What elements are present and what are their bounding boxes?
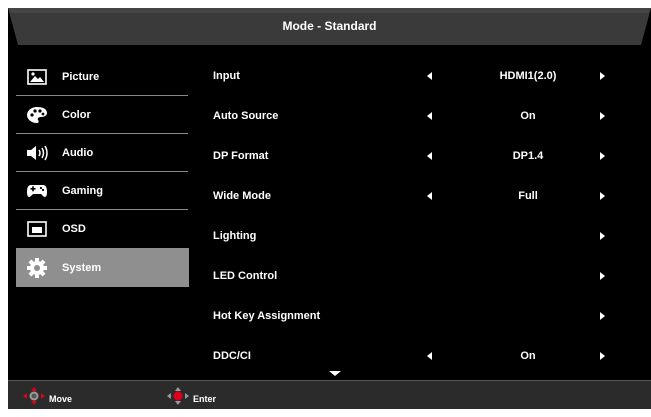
setting-row-hot-key-assignment[interactable]: Hot Key Assignment xyxy=(208,298,648,338)
gear-icon xyxy=(26,257,48,279)
setting-label: Auto Source xyxy=(213,110,279,122)
arrow-left-icon[interactable] xyxy=(427,152,432,160)
setting-row-led-control[interactable]: LED Control xyxy=(208,258,648,298)
sidebar: Picture Color Audio Gaming OSD System xyxy=(8,58,190,287)
setting-value: On xyxy=(520,110,536,122)
arrow-right-icon[interactable] xyxy=(600,352,605,360)
setting-value: On xyxy=(520,350,536,362)
arrow-right-icon[interactable] xyxy=(600,312,605,320)
arrow-left-icon[interactable] xyxy=(427,192,432,200)
setting-row-ddc-ci[interactable]: DDC/CI On xyxy=(208,338,648,378)
arrow-right-icon[interactable] xyxy=(600,72,605,80)
menu-header: Mode - Standard xyxy=(8,8,651,45)
settings-panel: Input HDMI1(2.0) Auto Source On DP Forma… xyxy=(208,58,648,378)
setting-label: Hot Key Assignment xyxy=(213,310,321,322)
setting-label: DP Format xyxy=(213,150,269,162)
setting-row-dp-format[interactable]: DP Format DP1.4 xyxy=(208,138,648,178)
sidebar-item-audio[interactable]: Audio xyxy=(16,134,190,172)
move-label: Move xyxy=(49,393,73,404)
setting-row-auto-source[interactable]: Auto Source On xyxy=(208,98,648,138)
setting-row-lighting[interactable]: Lighting xyxy=(208,218,648,258)
arrow-right-icon[interactable] xyxy=(600,152,605,160)
osd-icon xyxy=(26,218,48,240)
setting-label: LED Control xyxy=(213,270,278,282)
gamepad-icon xyxy=(26,180,48,202)
setting-label: Lighting xyxy=(213,230,257,242)
scroll-down-icon[interactable] xyxy=(329,371,341,376)
enter-label: Enter xyxy=(193,393,217,404)
setting-row-wide-mode[interactable]: Wide Mode Full xyxy=(208,178,648,218)
arrow-right-icon[interactable] xyxy=(600,192,605,200)
setting-label: Input xyxy=(213,70,240,82)
arrow-right-icon[interactable] xyxy=(600,112,605,120)
setting-label: DDC/CI xyxy=(213,350,251,362)
menu-title: Mode - Standard xyxy=(282,19,377,33)
picture-icon xyxy=(26,66,48,88)
setting-value: HDMI1(2.0) xyxy=(499,70,557,82)
sidebar-item-label: OSD xyxy=(62,223,86,235)
dpad-move-icon xyxy=(21,387,47,409)
sidebar-item-color[interactable]: Color xyxy=(16,96,190,134)
arrow-left-icon[interactable] xyxy=(427,352,432,360)
move-hint: Move xyxy=(21,387,72,409)
palette-icon xyxy=(26,104,48,126)
arrow-left-icon[interactable] xyxy=(427,112,432,120)
arrow-right-icon[interactable] xyxy=(600,232,605,240)
sidebar-item-label: Audio xyxy=(62,147,94,159)
arrow-right-icon[interactable] xyxy=(600,272,605,280)
dpad-enter-icon xyxy=(165,387,191,409)
osd-menu: Mode - Standard Picture Color Audio Gami… xyxy=(8,8,651,409)
sidebar-item-gaming[interactable]: Gaming xyxy=(16,172,190,210)
footer-bar: Move Enter xyxy=(8,380,651,409)
arrow-left-icon[interactable] xyxy=(427,72,432,80)
sidebar-item-picture[interactable]: Picture xyxy=(16,58,190,96)
sidebar-item-label: System xyxy=(62,261,102,274)
sidebar-item-osd[interactable]: OSD xyxy=(16,210,190,248)
setting-label: Wide Mode xyxy=(213,190,271,202)
sidebar-item-system[interactable]: System xyxy=(16,248,189,287)
enter-hint: Enter xyxy=(165,387,216,409)
speaker-icon xyxy=(26,142,48,164)
sidebar-item-label: Color xyxy=(62,109,91,121)
sidebar-item-label: Gaming xyxy=(62,185,103,197)
setting-row-input[interactable]: Input HDMI1(2.0) xyxy=(208,58,648,98)
setting-value: DP1.4 xyxy=(512,150,544,162)
sidebar-item-label: Picture xyxy=(62,71,100,83)
setting-value: Full xyxy=(518,190,538,202)
